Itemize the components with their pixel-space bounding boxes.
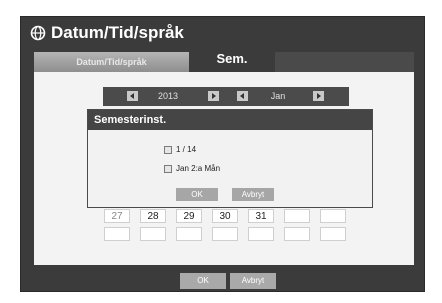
prev-month-button[interactable] (237, 91, 248, 101)
window-title-text: Datum/Tid/språk (51, 23, 184, 42)
globe-icon (30, 25, 46, 41)
calendar-header: 2013 Jan (103, 87, 349, 106)
calendar-day[interactable]: 28 (140, 209, 166, 223)
calendar-day-empty[interactable] (248, 227, 274, 241)
dialog-title: Semesterinst. (88, 110, 372, 130)
next-year-button[interactable] (208, 91, 219, 101)
ok-button[interactable]: OK (180, 273, 226, 289)
calendar-day-empty[interactable] (320, 209, 346, 223)
calendar-day[interactable]: 31 (248, 209, 274, 223)
calendar-day-empty[interactable] (284, 227, 310, 241)
next-month-button[interactable] (313, 91, 324, 101)
calendar-day[interactable]: 27 (104, 209, 130, 223)
calendar-day[interactable]: 29 (176, 209, 202, 223)
calendar-day[interactable]: 30 (212, 209, 238, 223)
holiday-settings-dialog: Semesterinst. 1 / 14 Jan 2:a Mån OK Avbr… (87, 109, 373, 208)
dialog-body: 1 / 14 Jan 2:a Mån OK Avbryt (88, 130, 372, 207)
holiday-option-date[interactable]: 1 / 14 (164, 145, 196, 154)
calendar-day-empty[interactable] (176, 227, 202, 241)
calendar-day-empty[interactable] (104, 227, 130, 241)
prev-year-button[interactable] (127, 91, 138, 101)
window-title: Datum/Tid/språk (30, 21, 184, 45)
date-option-label: 1 / 14 (176, 145, 197, 154)
calendar-year: 2013 (157, 91, 179, 101)
weekday-checkbox[interactable] (164, 164, 172, 173)
tab-date-time-language[interactable]: Datum/Tid/språk (34, 52, 189, 72)
holiday-option-weekday[interactable]: Jan 2:a Mån (164, 164, 220, 173)
tab-holiday[interactable]: Sem. (189, 50, 275, 70)
date-checkbox[interactable] (164, 145, 172, 154)
dialog-ok-button[interactable]: OK (176, 188, 218, 201)
calendar-day-empty[interactable] (140, 227, 166, 241)
cancel-button[interactable]: Avbryt (230, 273, 276, 289)
calendar-day-empty[interactable] (212, 227, 238, 241)
calendar-month: Jan (270, 91, 286, 101)
calendar-day-empty[interactable] (320, 227, 346, 241)
calendar-day-empty[interactable] (284, 209, 310, 223)
weekday-option-label: Jan 2:a Mån (176, 164, 221, 173)
dialog-cancel-button[interactable]: Avbryt (232, 188, 274, 201)
tab-bar-filler (275, 52, 414, 72)
